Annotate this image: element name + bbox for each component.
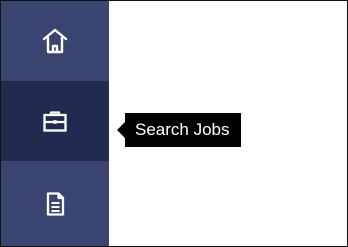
briefcase-icon [40, 106, 70, 136]
sidebar-item-documents[interactable] [1, 161, 109, 246]
document-icon [40, 189, 70, 219]
sidebar-item-home[interactable] [1, 1, 109, 81]
search-jobs-tooltip: Search Jobs [125, 113, 241, 147]
home-icon [40, 26, 70, 56]
app-frame: Search Jobs [0, 0, 348, 247]
tooltip-arrow [117, 122, 125, 138]
sidebar-nav [1, 1, 109, 246]
sidebar-item-search-jobs[interactable] [1, 81, 109, 161]
